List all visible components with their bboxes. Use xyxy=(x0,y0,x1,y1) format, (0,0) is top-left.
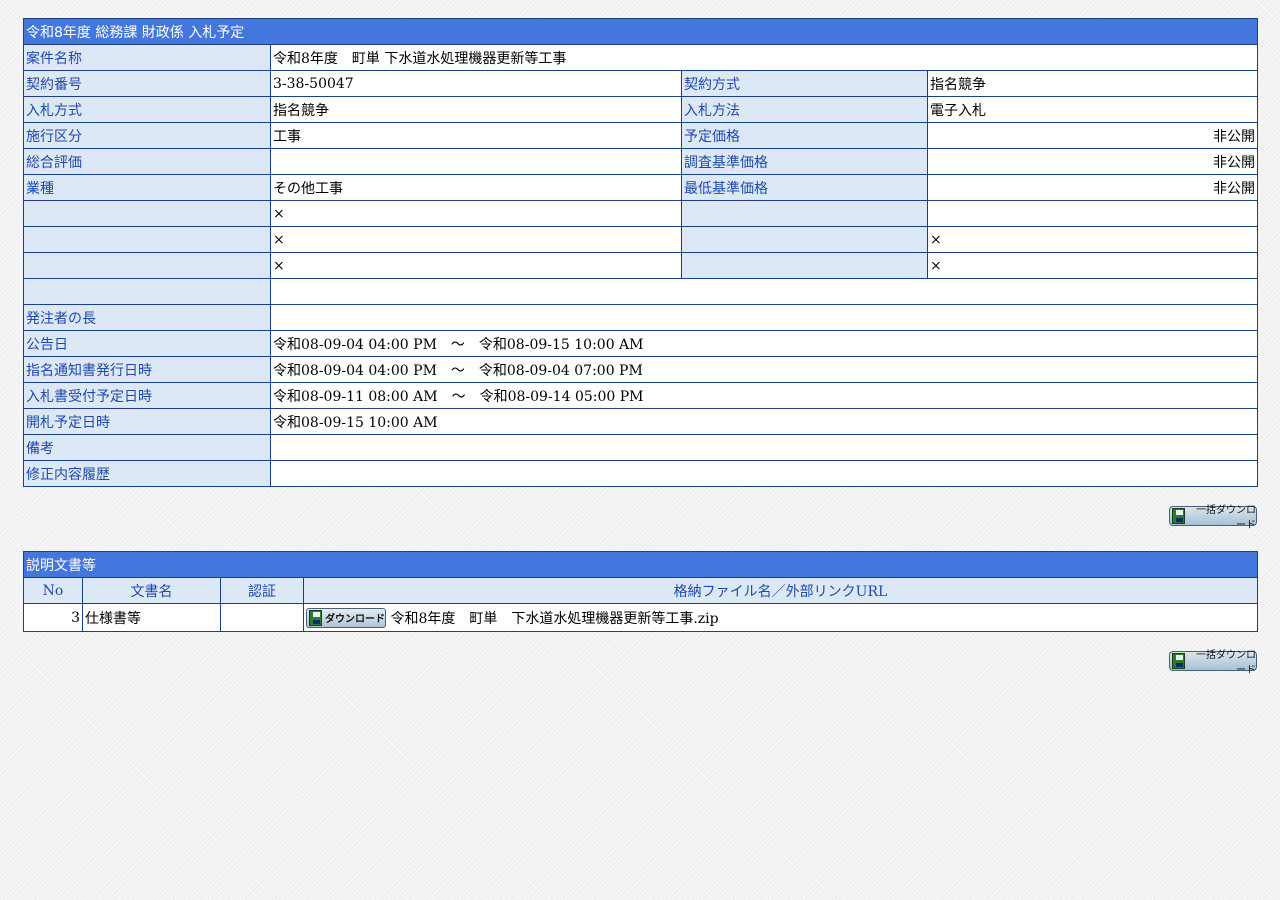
history-label: 修正内容履歴 xyxy=(23,460,271,487)
floppy-disk-icon xyxy=(1172,653,1186,669)
project-name-value: 令和8年度 町単 下水道水処理機器更新等工事 xyxy=(269,44,1259,71)
contract-no-value: 3-38-50047 xyxy=(270,70,682,97)
table-row: 開札予定日時 令和08-09-15 10:00 AM xyxy=(23,408,1259,435)
industry-value: その他工事 xyxy=(270,174,682,201)
table-row: × × xyxy=(23,252,1259,279)
empty-value xyxy=(926,200,1259,227)
work-category-label: 施行区分 xyxy=(23,122,271,149)
planned-price-value: 非公開 xyxy=(926,122,1259,149)
contract-method-value: 指名競争 xyxy=(926,70,1259,97)
nomination-value: 令和08-09-04 04:00 PM ～ 令和08-09-04 07:00 P… xyxy=(269,356,1259,383)
bid-info-title-row: 令和8年度 総務課 財政係 入札予定 xyxy=(22,18,1259,45)
min-price-value: 非公開 xyxy=(926,174,1259,201)
table-row: 指名通知書発行日時 令和08-09-04 04:00 PM ～ 令和08-09-… xyxy=(23,356,1259,383)
bulk-download-label: 一括ダウンロード xyxy=(1196,505,1256,531)
empty-label xyxy=(23,252,271,279)
download-button[interactable]: ダウンロード xyxy=(306,607,386,628)
industry-label: 業種 xyxy=(23,174,271,201)
nomination-label: 指名通知書発行日時 xyxy=(23,356,271,383)
remarks-value xyxy=(269,434,1259,461)
cross-mark: × xyxy=(270,200,682,227)
table-row: 修正内容履歴 xyxy=(23,460,1259,487)
bid-receipt-label: 入札書受付予定日時 xyxy=(23,382,271,409)
bid-type-value: 指名競争 xyxy=(270,96,682,123)
table-row: 契約番号 3-38-50047 契約方式 指名競争 xyxy=(23,70,1259,97)
orderer-label: 発注者の長 xyxy=(23,304,271,331)
cross-mark: × xyxy=(926,252,1259,279)
bid-type-label: 入札方式 xyxy=(23,96,271,123)
doc-name: 仕様書等 xyxy=(82,603,221,632)
bulk-download-label: 一括ダウンロード xyxy=(1196,650,1256,676)
contract-method-label: 契約方式 xyxy=(681,70,928,97)
bulk-download-row-top: 一括ダウンロード xyxy=(23,505,1257,531)
doc-auth xyxy=(220,603,304,632)
table-row: 案件名称 令和8年度 町単 下水道水処理機器更新等工事 xyxy=(23,44,1259,71)
notice-date-value: 令和08-09-04 04:00 PM ～ 令和08-09-15 10:00 A… xyxy=(269,330,1259,357)
page-wrapper: 令和8年度 総務課 財政係 入札予定 案件名称 令和8年度 町単 下水道水処理機… xyxy=(22,18,1259,676)
work-category-value: 工事 xyxy=(270,122,682,149)
download-label: ダウンロード xyxy=(325,614,385,625)
col-header-file: 格納ファイル名／外部リンクURL xyxy=(303,577,1258,604)
bulk-download-row-bottom: 一括ダウンロード xyxy=(23,650,1257,676)
survey-price-label: 調査基準価格 xyxy=(681,148,928,175)
bid-method-value: 電子入札 xyxy=(926,96,1259,123)
docs-title: 説明文書等 xyxy=(23,551,1258,578)
remarks-label: 備考 xyxy=(23,434,271,461)
bid-info-table: 令和8年度 総務課 財政係 入札予定 案件名称 令和8年度 町単 下水道水処理機… xyxy=(22,18,1259,487)
col-header-doc-name: 文書名 xyxy=(82,577,221,604)
table-row xyxy=(23,278,1259,305)
table-row: 発注者の長 xyxy=(23,304,1259,331)
planned-price-label: 予定価格 xyxy=(681,122,928,149)
table-row: 3 仕様書等 ダウンロード 令和8年度 町単 下水道水処理機器更新等工事.zip xyxy=(23,603,1258,632)
cross-mark: × xyxy=(270,252,682,279)
bulk-download-button[interactable]: 一括ダウンロード xyxy=(1169,505,1257,531)
cross-mark: × xyxy=(270,226,682,253)
min-price-label: 最低基準価格 xyxy=(681,174,928,201)
doc-file-link[interactable]: 令和8年度 町単 下水道水処理機器更新等工事.zip xyxy=(390,611,718,627)
table-row: 入札方式 指名競争 入札方法 電子入札 xyxy=(23,96,1259,123)
opening-value: 令和08-09-15 10:00 AM xyxy=(269,408,1259,435)
survey-price-value: 非公開 xyxy=(926,148,1259,175)
table-row: 施行区分 工事 予定価格 非公開 xyxy=(23,122,1259,149)
overall-eval-label: 総合評価 xyxy=(23,148,271,175)
empty-label xyxy=(23,278,271,305)
notice-date-label: 公告日 xyxy=(23,330,271,357)
table-row: × × xyxy=(23,226,1259,253)
table-row: 総合評価 調査基準価格 非公開 xyxy=(23,148,1259,175)
col-header-auth: 認証 xyxy=(220,577,304,604)
empty-label xyxy=(681,200,928,227)
empty-label xyxy=(681,226,928,253)
col-header-no: No xyxy=(23,577,83,604)
empty-label xyxy=(681,252,928,279)
bid-receipt-value: 令和08-09-11 08:00 AM ～ 令和08-09-14 05:00 P… xyxy=(269,382,1259,409)
docs-title-row: 説明文書等 xyxy=(23,551,1258,578)
docs-table: 説明文書等 No 文書名 認証 格納ファイル名／外部リンクURL 3 仕様書等 … xyxy=(23,551,1258,632)
cross-mark: × xyxy=(926,226,1259,253)
table-row: 入札書受付予定日時 令和08-09-11 08:00 AM ～ 令和08-09-… xyxy=(23,382,1259,409)
overall-eval-value xyxy=(270,148,682,175)
doc-file-cell: ダウンロード 令和8年度 町単 下水道水処理機器更新等工事.zip xyxy=(303,603,1258,632)
contract-no-label: 契約番号 xyxy=(23,70,271,97)
floppy-disk-icon xyxy=(309,609,322,626)
bid-info-title: 令和8年度 総務課 財政係 入札予定 xyxy=(22,18,1259,45)
floppy-disk-icon xyxy=(1172,508,1186,524)
orderer-value xyxy=(269,304,1259,331)
table-row: 備考 xyxy=(23,434,1259,461)
doc-no: 3 xyxy=(23,603,83,632)
table-row: 公告日 令和08-09-04 04:00 PM ～ 令和08-09-15 10:… xyxy=(23,330,1259,357)
opening-label: 開札予定日時 xyxy=(23,408,271,435)
empty-label xyxy=(23,200,271,227)
table-row: 業種 その他工事 最低基準価格 非公開 xyxy=(23,174,1259,201)
bid-method-label: 入札方法 xyxy=(681,96,928,123)
docs-header-row: No 文書名 認証 格納ファイル名／外部リンクURL xyxy=(23,577,1258,604)
history-value xyxy=(269,460,1259,487)
bulk-download-button[interactable]: 一括ダウンロード xyxy=(1169,650,1257,676)
table-row: × xyxy=(23,200,1259,227)
empty-label xyxy=(23,226,271,253)
project-name-label: 案件名称 xyxy=(23,44,271,71)
empty-value xyxy=(269,278,1259,305)
